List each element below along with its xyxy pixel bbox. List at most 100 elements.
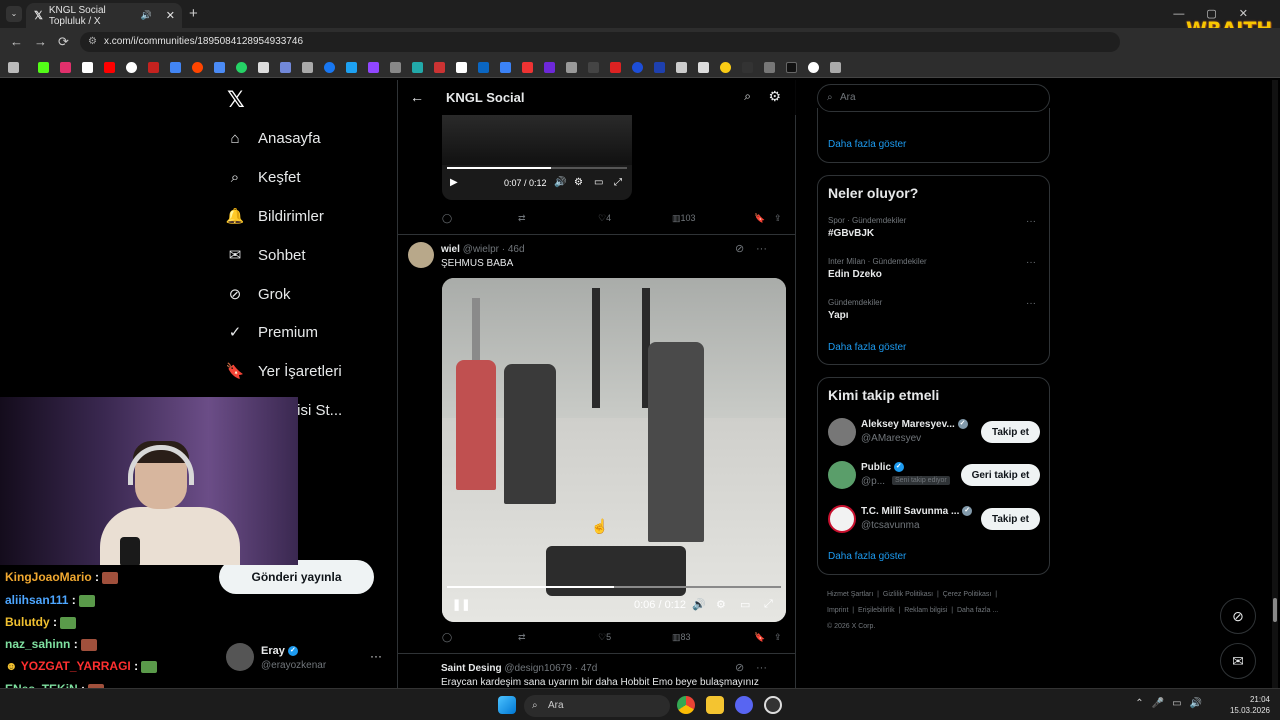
- bookmark-misc3-icon[interactable]: [412, 62, 423, 73]
- nav-item-grok[interactable]: ⊘ Grok: [226, 285, 291, 304]
- avatar[interactable]: [408, 242, 434, 268]
- back-arrow-icon[interactable]: ←: [410, 89, 424, 105]
- account-switcher[interactable]: Eray ✓ @erayozkenar ···: [226, 643, 386, 675]
- search-icon[interactable]: ⌕: [744, 89, 751, 104]
- repost-icon[interactable]: ⇄: [518, 213, 526, 224]
- avatar[interactable]: [828, 461, 856, 489]
- video-player[interactable]: ❚❚ 0:06 / 0:12 🔊 ⚙ ▭ ⤢: [442, 278, 786, 622]
- bookmark-twitch-icon[interactable]: [368, 62, 379, 73]
- footer-link[interactable]: Reklam bilgisi: [904, 607, 947, 614]
- clock[interactable]: 21:04 15.03.2026: [1230, 694, 1270, 716]
- discord-icon[interactable]: [735, 696, 753, 714]
- grok-icon[interactable]: ⊘: [735, 661, 744, 674]
- bookmark-misc11-icon[interactable]: [588, 62, 599, 73]
- nav-item-bookmarks[interactable]: 🔖 Yer İşaretleri: [226, 362, 342, 381]
- footer-link[interactable]: Erişilebilirlik: [858, 607, 895, 614]
- nav-item-explore[interactable]: ⌕ Keşfet: [226, 168, 301, 186]
- bookmark-facebook-icon[interactable]: [324, 62, 335, 73]
- pip-icon[interactable]: ▭: [740, 598, 750, 611]
- bookmark-icon[interactable]: 🔖: [754, 213, 765, 224]
- messages-fab-icon[interactable]: ✉: [1220, 643, 1256, 679]
- nav-item-premium[interactable]: ✓ Premium: [226, 323, 318, 342]
- bookmark-misc14-icon[interactable]: [654, 62, 665, 73]
- file-explorer-icon[interactable]: [706, 696, 724, 714]
- post-author[interactable]: Saint Desing @design10679 · 47d: [441, 663, 597, 674]
- back-button[interactable]: ←: [10, 34, 23, 49]
- volume-icon[interactable]: 🔊: [554, 177, 566, 188]
- fullscreen-icon[interactable]: ⤢: [764, 598, 773, 611]
- bookmark-translate-icon[interactable]: [214, 62, 225, 73]
- app-icon[interactable]: [764, 696, 782, 714]
- reload-button[interactable]: ⟳: [58, 34, 69, 50]
- footer-link[interactable]: Hizmet Şartları: [827, 591, 873, 598]
- bookmark-kick-icon[interactable]: [38, 62, 49, 73]
- bookmark-misc7-icon[interactable]: [500, 62, 511, 73]
- post-button[interactable]: Gönderi yayınla: [219, 560, 374, 594]
- avatar[interactable]: [828, 505, 856, 533]
- forward-button[interactable]: →: [34, 34, 47, 49]
- bookmark-misc16-icon[interactable]: [698, 62, 709, 73]
- more-icon[interactable]: ···: [1026, 257, 1036, 268]
- footer-link[interactable]: Gizlilik Politikası: [883, 591, 933, 598]
- start-icon[interactable]: [498, 696, 516, 714]
- like-button[interactable]: ♡ 4: [598, 213, 611, 224]
- more-icon[interactable]: ···: [756, 662, 767, 674]
- nav-item-notifications[interactable]: 🔔 Bildirimler: [226, 207, 324, 226]
- bookmark-youtube-icon[interactable]: [104, 62, 115, 73]
- follow-button[interactable]: Takip et: [981, 421, 1040, 443]
- new-tab-button[interactable]: +: [189, 5, 198, 22]
- play-icon[interactable]: ▶: [450, 177, 458, 188]
- bookmark-misc4-icon[interactable]: [434, 62, 445, 73]
- bookmark-misc17-icon[interactable]: [720, 62, 731, 73]
- show-more-link[interactable]: Daha fazla göster: [828, 342, 906, 353]
- tab-close-icon[interactable]: ✕: [166, 9, 175, 22]
- bookmark-discord-icon[interactable]: [280, 62, 291, 73]
- suggested-user-name[interactable]: Aleksey Maresyev... ✓: [861, 419, 968, 430]
- page-scrollbar[interactable]: [1272, 80, 1278, 688]
- more-icon[interactable]: ···: [370, 649, 382, 663]
- speaker-icon[interactable]: 🔊: [141, 10, 152, 21]
- bookmark-misc6-icon[interactable]: [478, 62, 489, 73]
- apps-icon[interactable]: [8, 62, 19, 73]
- bookmark-misc9-icon[interactable]: [544, 62, 555, 73]
- trend-item[interactable]: Edin Dzeko: [828, 269, 882, 280]
- share-icon[interactable]: ⇪: [774, 213, 782, 224]
- bookmark-drive-icon[interactable]: [170, 62, 181, 73]
- site-info-icon[interactable]: ⚙: [88, 32, 97, 52]
- show-more-link[interactable]: Daha fazla göster: [828, 551, 906, 562]
- bookmark-instagram-icon[interactable]: [60, 62, 71, 73]
- nav-item-home[interactable]: ⌂ Anasayfa: [226, 129, 320, 147]
- more-icon[interactable]: ···: [1026, 298, 1036, 309]
- reply-icon[interactable]: ◯: [442, 213, 452, 224]
- footer-link[interactable]: Daha fazla ...: [957, 607, 998, 614]
- tab-search-button[interactable]: ⌄: [6, 6, 22, 22]
- settings-icon[interactable]: ⚙: [574, 177, 583, 188]
- more-icon[interactable]: ···: [1026, 216, 1036, 227]
- bookmark-misc-icon[interactable]: [302, 62, 313, 73]
- chrome-icon[interactable]: [677, 696, 695, 714]
- bookmark-misc13-icon[interactable]: [632, 62, 643, 73]
- system-tray[interactable]: ⌃🎤▭🔊: [1135, 698, 1210, 709]
- taskbar-search[interactable]: ⌕ Ara: [524, 695, 670, 717]
- show-more-link[interactable]: Daha fazla göster: [828, 139, 906, 150]
- x-logo-icon[interactable]: 𝕏: [227, 88, 245, 113]
- follow-back-button[interactable]: Geri takip et: [961, 464, 1040, 486]
- bookmark-misc15-icon[interactable]: [676, 62, 687, 73]
- post-author[interactable]: wiel @wielpr · 46d: [441, 244, 525, 255]
- grok-fab-icon[interactable]: ⊘: [1220, 598, 1256, 634]
- settings-icon[interactable]: ⚙: [716, 598, 726, 611]
- gear-icon[interactable]: ⚙: [768, 88, 781, 105]
- video-player[interactable]: ▶ 0:07 / 0:12 🔊 ⚙ ▭ ⤢: [442, 115, 632, 200]
- bookmark-misc22-icon[interactable]: [830, 62, 841, 73]
- fullscreen-icon[interactable]: ⤢: [614, 177, 622, 188]
- bookmark-misc20-icon[interactable]: [786, 62, 797, 73]
- bookmark-misc21-icon[interactable]: [808, 62, 819, 73]
- video-progress[interactable]: [447, 586, 781, 588]
- footer-link[interactable]: Çerez Politikası: [943, 591, 992, 598]
- bookmark-misc10-icon[interactable]: [566, 62, 577, 73]
- pause-icon[interactable]: ❚❚: [452, 598, 470, 611]
- bookmark-misc8-icon[interactable]: [522, 62, 533, 73]
- avatar[interactable]: [828, 418, 856, 446]
- nav-item-chat[interactable]: ✉ Sohbet: [226, 246, 306, 265]
- reply-icon[interactable]: ◯: [442, 632, 452, 643]
